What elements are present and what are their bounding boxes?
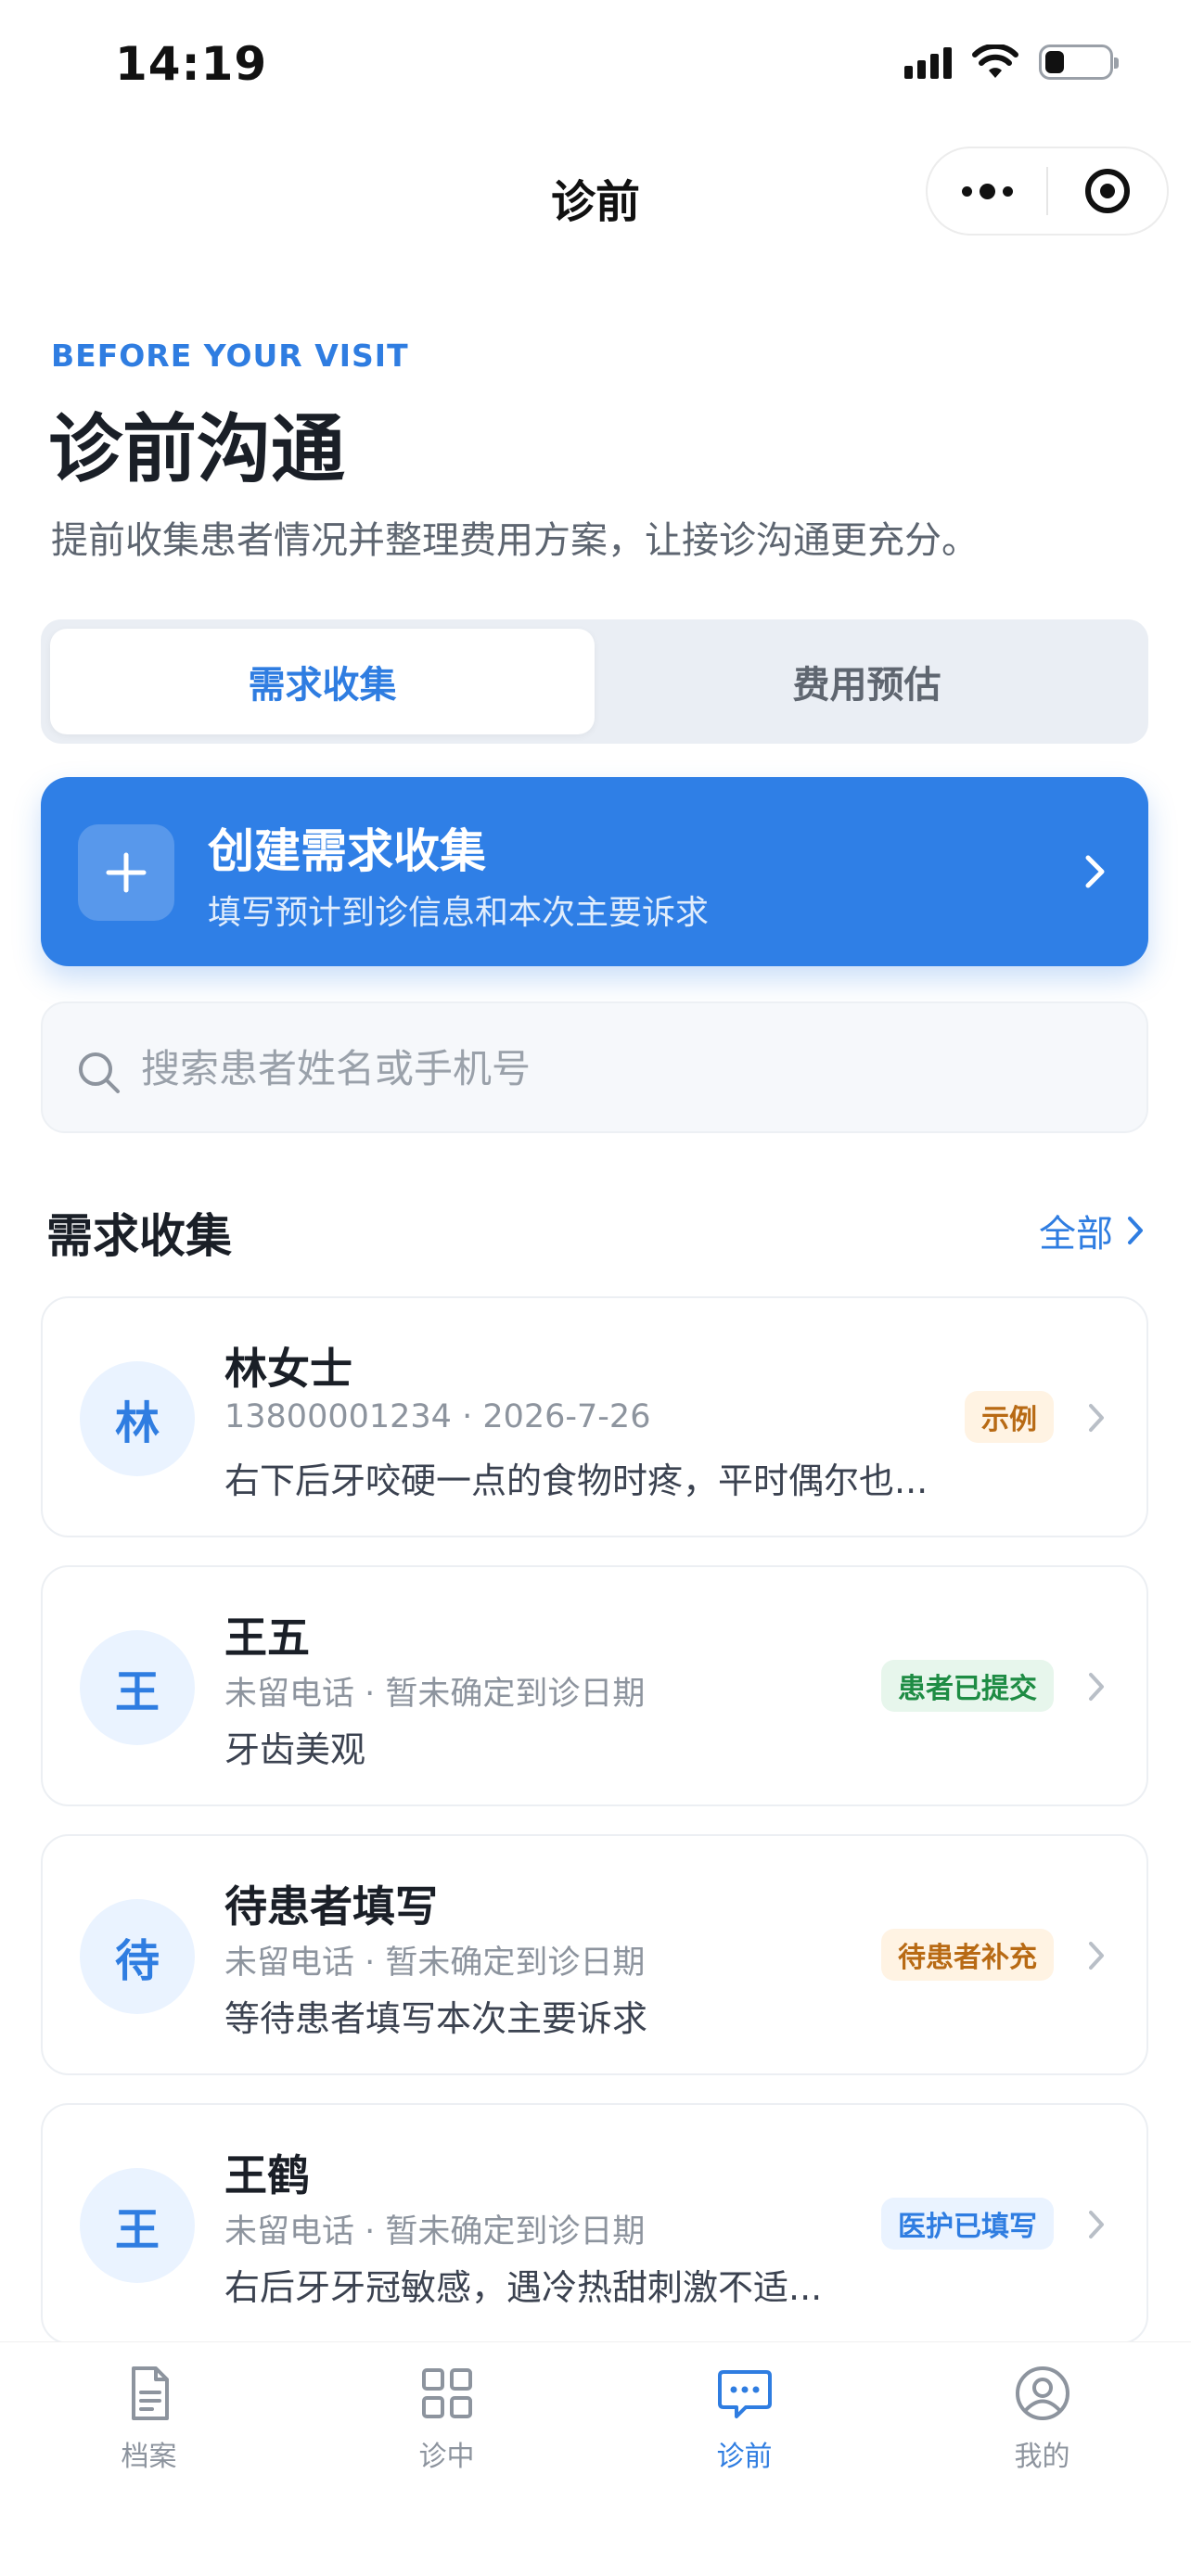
chevron-right-icon — [1089, 1673, 1104, 1701]
patient-meta: 未留电话 · 暂未确定到诊日期 — [224, 2213, 646, 2251]
avatar: 林 — [80, 1361, 195, 1476]
chevron-right-icon — [1089, 1942, 1104, 1970]
tab-mine[interactable]: 我的 — [893, 2342, 1191, 2576]
more-button[interactable] — [928, 148, 1046, 234]
grid-icon — [421, 2368, 472, 2418]
tab-demand-collection[interactable]: 需求收集 — [50, 629, 595, 734]
chat-icon — [717, 2370, 772, 2418]
status-badge: 待患者补充 — [881, 1929, 1054, 1981]
status-badge: 医护已填写 — [881, 2198, 1054, 2250]
list-item[interactable]: 王 王鹤 未留电话 · 暂未确定到诊日期 右后牙牙冠敏感，遇冷热甜刺激不适...… — [41, 2103, 1148, 2344]
status-icons — [904, 45, 1119, 80]
status-bar: 14:19 — [0, 0, 1191, 130]
close-mini-program-button[interactable] — [1048, 148, 1167, 234]
patient-complaint: 右下后牙咬硬一点的食物时疼，平时偶尔也... — [224, 1460, 928, 1501]
battery-icon — [1039, 45, 1119, 80]
document-icon — [131, 2366, 169, 2420]
segmented-tabs: 需求收集 费用预估 — [41, 619, 1148, 744]
list-item[interactable]: 王 王五 未留电话 · 暂未确定到诊日期 牙齿美观 患者已提交 — [41, 1565, 1148, 1806]
patient-name: 王五 — [224, 1613, 310, 1663]
eyebrow-text: BEFORE YOUR VISIT — [51, 338, 409, 374]
chevron-right-icon — [1089, 1404, 1104, 1432]
section-title: 需求收集 — [46, 1209, 232, 1263]
signal-icon — [904, 45, 952, 79]
plus-icon — [78, 824, 174, 921]
patient-name: 待患者填写 — [224, 1881, 438, 1932]
chevron-right-icon — [1089, 2211, 1104, 2238]
view-all-label: 全部 — [1039, 1213, 1113, 1256]
patient-complaint: 右后牙牙冠敏感，遇冷热甜刺激不适... — [224, 2267, 823, 2308]
status-badge: 患者已提交 — [881, 1660, 1054, 1712]
patient-complaint: 等待患者填写本次主要诉求 — [224, 1998, 648, 2039]
patient-complaint: 牙齿美观 — [224, 1729, 366, 1770]
create-banner-subtitle: 填写预计到诊信息和本次主要诉求 — [208, 894, 710, 932]
wifi-icon — [972, 45, 1018, 78]
page-subtitle: 提前收集患者情况并整理费用方案，让接诊沟通更充分。 — [51, 519, 979, 562]
bottom-tab-bar: 档案 诊中 诊前 我的 — [0, 2341, 1191, 2576]
avatar: 待 — [80, 1899, 195, 2014]
patient-meta: 未留电话 · 暂未确定到诊日期 — [224, 1945, 646, 1982]
status-time: 14:19 — [115, 37, 268, 91]
avatar: 王 — [80, 2168, 195, 2283]
page-title: 诊前沟通 — [48, 406, 345, 492]
list-item[interactable]: 林 林女士 13800001234 · 2026-7-26 右下后牙咬硬一点的食… — [41, 1296, 1148, 1537]
create-banner-title: 创建需求收集 — [208, 824, 486, 878]
chevron-right-icon — [1085, 855, 1105, 888]
tab-pre-visit[interactable]: 诊前 — [596, 2342, 893, 2576]
view-all-link[interactable]: 全部 — [1039, 1204, 1145, 1257]
patient-name: 王鹤 — [224, 2150, 310, 2200]
search-box — [41, 1001, 1148, 1133]
avatar: 王 — [80, 1630, 195, 1745]
patient-meta: 13800001234 · 2026-7-26 — [224, 1398, 651, 1435]
mini-program-capsule — [926, 147, 1169, 236]
tab-label: 我的 — [1014, 2441, 1070, 2473]
patient-meta: 未留电话 · 暂未确定到诊日期 — [224, 1676, 646, 1713]
tab-in-visit[interactable]: 诊中 — [298, 2342, 596, 2576]
create-demand-button[interactable]: 创建需求收集 填写预计到诊信息和本次主要诉求 — [41, 777, 1148, 966]
tab-label: 诊中 — [418, 2441, 475, 2473]
user-icon — [1015, 2366, 1069, 2420]
tab-label: 档案 — [121, 2441, 177, 2473]
chevron-right-icon — [1128, 1217, 1143, 1244]
tab-archive[interactable]: 档案 — [0, 2342, 298, 2576]
patient-name: 林女士 — [224, 1344, 352, 1394]
status-badge: 示例 — [965, 1391, 1054, 1443]
search-input[interactable] — [141, 1035, 1106, 1102]
tab-cost-estimate[interactable]: 费用预估 — [595, 629, 1139, 734]
search-icon — [79, 1052, 120, 1093]
tab-label: 诊前 — [716, 2441, 773, 2473]
target-icon — [1085, 169, 1130, 213]
list-item[interactable]: 待 待患者填写 未留电话 · 暂未确定到诊日期 等待患者填写本次主要诉求 待患者… — [41, 1834, 1148, 2075]
more-icon — [961, 183, 1013, 199]
